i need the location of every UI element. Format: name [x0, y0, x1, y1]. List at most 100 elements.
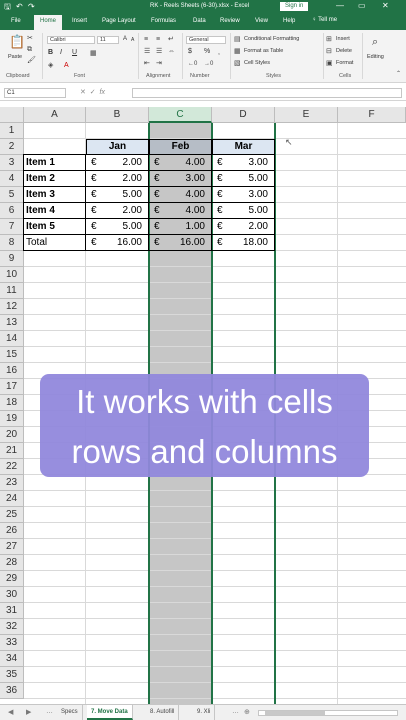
cancel-icon[interactable]: ✕ — [80, 89, 86, 96]
search-icon[interactable]: ⌕ — [372, 36, 378, 48]
restore-icon[interactable]: ▭ — [358, 1, 366, 11]
row-header[interactable]: 21 — [0, 443, 24, 459]
number-format-select[interactable]: General — [186, 36, 226, 44]
row-header[interactable]: 20 — [0, 427, 24, 443]
add-sheet-icon[interactable]: ⊕ — [244, 708, 250, 716]
column-header-c[interactable]: C — [149, 107, 212, 123]
delete-cells-button[interactable]: Delete — [336, 48, 352, 54]
shrink-font-icon[interactable]: A — [131, 37, 134, 43]
cut-icon[interactable]: ✂ — [27, 34, 33, 43]
enter-icon[interactable]: ✓ — [90, 89, 96, 96]
row-header[interactable]: 7 — [0, 219, 24, 235]
row-header[interactable]: 19 — [0, 411, 24, 427]
row-header[interactable]: 27 — [0, 539, 24, 555]
row-header[interactable]: 26 — [0, 523, 24, 539]
item-label[interactable]: Item 3 — [26, 187, 55, 203]
value-cell-mar[interactable]: €3.00 — [212, 187, 274, 203]
copy-icon[interactable]: ⧉ — [27, 45, 32, 54]
comma-style-icon[interactable]: , — [218, 48, 220, 57]
row-header[interactable]: 5 — [0, 187, 24, 203]
item-label[interactable]: Item 2 — [26, 171, 55, 187]
sign-in-button[interactable]: Sign in — [280, 2, 309, 11]
collapse-ribbon-icon[interactable]: ⌃ — [396, 70, 401, 79]
value-cell-feb[interactable]: €1.00 — [149, 219, 211, 235]
format-painter-icon[interactable]: 🖌 — [27, 56, 36, 65]
sheet-next-icon[interactable]: ▶ — [26, 708, 31, 716]
row-header[interactable]: 17 — [0, 379, 24, 395]
grow-font-icon[interactable]: A — [123, 36, 127, 42]
value-cell-feb[interactable]: €16.00 — [149, 235, 211, 251]
tab-formulas[interactable]: Formulas — [151, 18, 176, 24]
value-cell-jan[interactable]: €16.00 — [86, 235, 148, 251]
value-cell-jan[interactable]: €2.00 — [86, 171, 148, 187]
align-middle-icon[interactable]: ≡ — [156, 35, 160, 44]
decrease-indent-icon[interactable]: ⇤ — [144, 59, 150, 68]
redo-icon[interactable]: ↷ — [28, 2, 35, 11]
column-header-e[interactable]: E — [275, 107, 338, 123]
increase-indent-icon[interactable]: ⇥ — [156, 59, 162, 68]
row-header[interactable]: 33 — [0, 635, 24, 651]
column-header-a[interactable]: A — [24, 107, 86, 123]
insert-cells-button[interactable]: Insert — [336, 36, 350, 42]
row-header[interactable]: 1 — [0, 123, 24, 139]
item-label[interactable]: Item 4 — [26, 203, 55, 219]
row-header[interactable]: 12 — [0, 299, 24, 315]
value-cell-jan[interactable]: €5.00 — [86, 219, 148, 235]
minimize-icon[interactable]: — — [336, 1, 344, 11]
increase-decimal-icon[interactable]: ←0 — [188, 60, 197, 69]
row-header[interactable]: 23 — [0, 475, 24, 491]
value-cell-mar[interactable]: €18.00 — [212, 235, 274, 251]
row-header[interactable]: 15 — [0, 347, 24, 363]
scrollbar-thumb[interactable] — [265, 711, 325, 715]
item-label[interactable]: Item 1 — [26, 155, 55, 171]
horizontal-scrollbar[interactable] — [258, 710, 398, 716]
sheet-tab-specs[interactable]: Specs — [57, 705, 83, 720]
tab-page-layout[interactable]: Page Layout — [102, 18, 136, 24]
value-cell-jan[interactable]: €5.00 — [86, 187, 148, 203]
underline-button[interactable]: U — [72, 49, 77, 56]
conditional-formatting-button[interactable]: Conditional Formatting — [244, 36, 299, 42]
value-cell-jan[interactable]: €2.00 — [86, 155, 148, 171]
borders-icon[interactable]: ▦ — [90, 49, 97, 58]
row-header[interactable]: 6 — [0, 203, 24, 219]
paste-icon[interactable]: 📋 — [9, 35, 25, 49]
row-header[interactable]: 10 — [0, 267, 24, 283]
fill-color-icon[interactable]: ◈ — [48, 61, 53, 70]
tab-file[interactable]: File — [11, 18, 21, 24]
row-header[interactable]: 11 — [0, 283, 24, 299]
formula-input[interactable] — [132, 88, 402, 98]
sheet-tab-xli[interactable]: 9. Xli — [193, 705, 216, 720]
wrap-text-icon[interactable]: ↵ — [168, 35, 174, 44]
tab-review[interactable]: Review — [220, 18, 240, 24]
close-icon[interactable]: ✕ — [382, 1, 389, 11]
align-top-icon[interactable]: ≡ — [144, 35, 148, 44]
value-cell-mar[interactable]: €2.00 — [212, 219, 274, 235]
sheet-overflow-icon[interactable]: … — [232, 708, 239, 715]
tab-view[interactable]: View — [255, 18, 268, 24]
percent-style-button[interactable]: % — [204, 48, 210, 55]
merge-center-icon[interactable]: ⇔ — [168, 47, 175, 56]
value-cell-feb[interactable]: €4.00 — [149, 203, 211, 219]
tab-insert[interactable]: Insert — [72, 18, 87, 24]
tell-me-search[interactable]: ♀ Tell me — [312, 17, 337, 23]
tab-home[interactable]: Home — [34, 15, 63, 30]
save-icon[interactable]: 🖫 — [4, 2, 11, 11]
row-header[interactable]: 35 — [0, 667, 24, 683]
value-cell-feb[interactable]: €3.00 — [149, 171, 211, 187]
sheet-prev-icon[interactable]: ◀ — [8, 708, 13, 716]
font-color-icon[interactable]: A — [64, 61, 69, 70]
row-header[interactable]: 22 — [0, 459, 24, 475]
row-header[interactable]: 18 — [0, 395, 24, 411]
cell-styles-button[interactable]: Cell Styles — [244, 60, 270, 66]
sheet-more-icon[interactable]: … — [46, 708, 53, 715]
select-all-button[interactable] — [0, 107, 24, 123]
row-header[interactable]: 9 — [0, 251, 24, 267]
column-header-f[interactable]: F — [338, 107, 406, 123]
item-label[interactable]: Item 5 — [26, 219, 55, 235]
format-cells-button[interactable]: Format — [336, 60, 353, 66]
row-header[interactable]: 31 — [0, 603, 24, 619]
sheet-tab-move-data[interactable]: 7. Move Data — [87, 705, 133, 720]
column-header-b[interactable]: B — [86, 107, 149, 123]
insert-function-button[interactable]: fx — [100, 89, 105, 96]
row-header[interactable]: 2 — [0, 139, 24, 155]
